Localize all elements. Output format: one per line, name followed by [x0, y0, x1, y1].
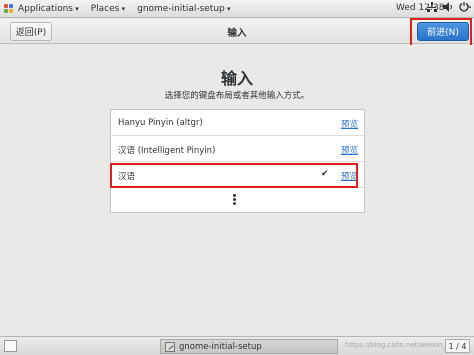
input-source-name: 汉语 (Intelligent Pinyin): [118, 146, 216, 156]
show-desktop-icon[interactable]: [4, 340, 17, 352]
top-panel: Applications Places gnome-initial-setup …: [0, 0, 474, 18]
main-content: 输入 选择您的键盘布局或者其他输入方式。 Hanyu Pinyin (altgr…: [0, 45, 474, 335]
input-source-name: Hanyu Pinyin (altgr): [118, 118, 203, 128]
more-icon[interactable]: [233, 194, 237, 206]
input-source-row[interactable]: Hanyu Pinyin (altgr) 预览: [111, 110, 364, 136]
system-tray[interactable]: [427, 1, 472, 17]
page-subtitle: 选择您的键盘布局或者其他输入方式。: [164, 91, 310, 101]
input-source-row[interactable]: 汉语 (Intelligent Pinyin) 预览: [111, 136, 364, 162]
applications-menu[interactable]: Applications: [18, 4, 79, 14]
header-bar: 返回(P) 输入 前进(N): [0, 19, 474, 44]
preview-link[interactable]: 预览: [341, 144, 358, 156]
places-menu[interactable]: Places: [91, 4, 125, 14]
input-source-list: Hanyu Pinyin (altgr) 预览 汉语 (Intelligent …: [110, 109, 365, 213]
network-icon[interactable]: [427, 1, 437, 17]
more-sources-row[interactable]: [111, 188, 364, 214]
window-icon: [165, 341, 175, 352]
preview-link[interactable]: 预览: [341, 118, 358, 130]
workspace-pager[interactable]: 1 / 4: [445, 339, 470, 353]
header-title: 输入: [227, 28, 247, 39]
selected-row-highlight: [110, 163, 358, 188]
taskbar-window-button[interactable]: gnome-initial-setup: [160, 339, 338, 354]
page-title: 输入: [220, 69, 253, 88]
taskbar-window-label: gnome-initial-setup: [179, 341, 262, 352]
watermark-text: https://blog.csdn.net/weixin_: [345, 341, 446, 349]
applications-icon: [4, 3, 14, 14]
bottom-taskbar: gnome-initial-setup https://blog.csdn.ne…: [0, 336, 474, 355]
volume-icon[interactable]: [443, 1, 453, 17]
app-menu[interactable]: gnome-initial-setup: [137, 4, 230, 14]
power-icon[interactable]: [459, 1, 472, 17]
